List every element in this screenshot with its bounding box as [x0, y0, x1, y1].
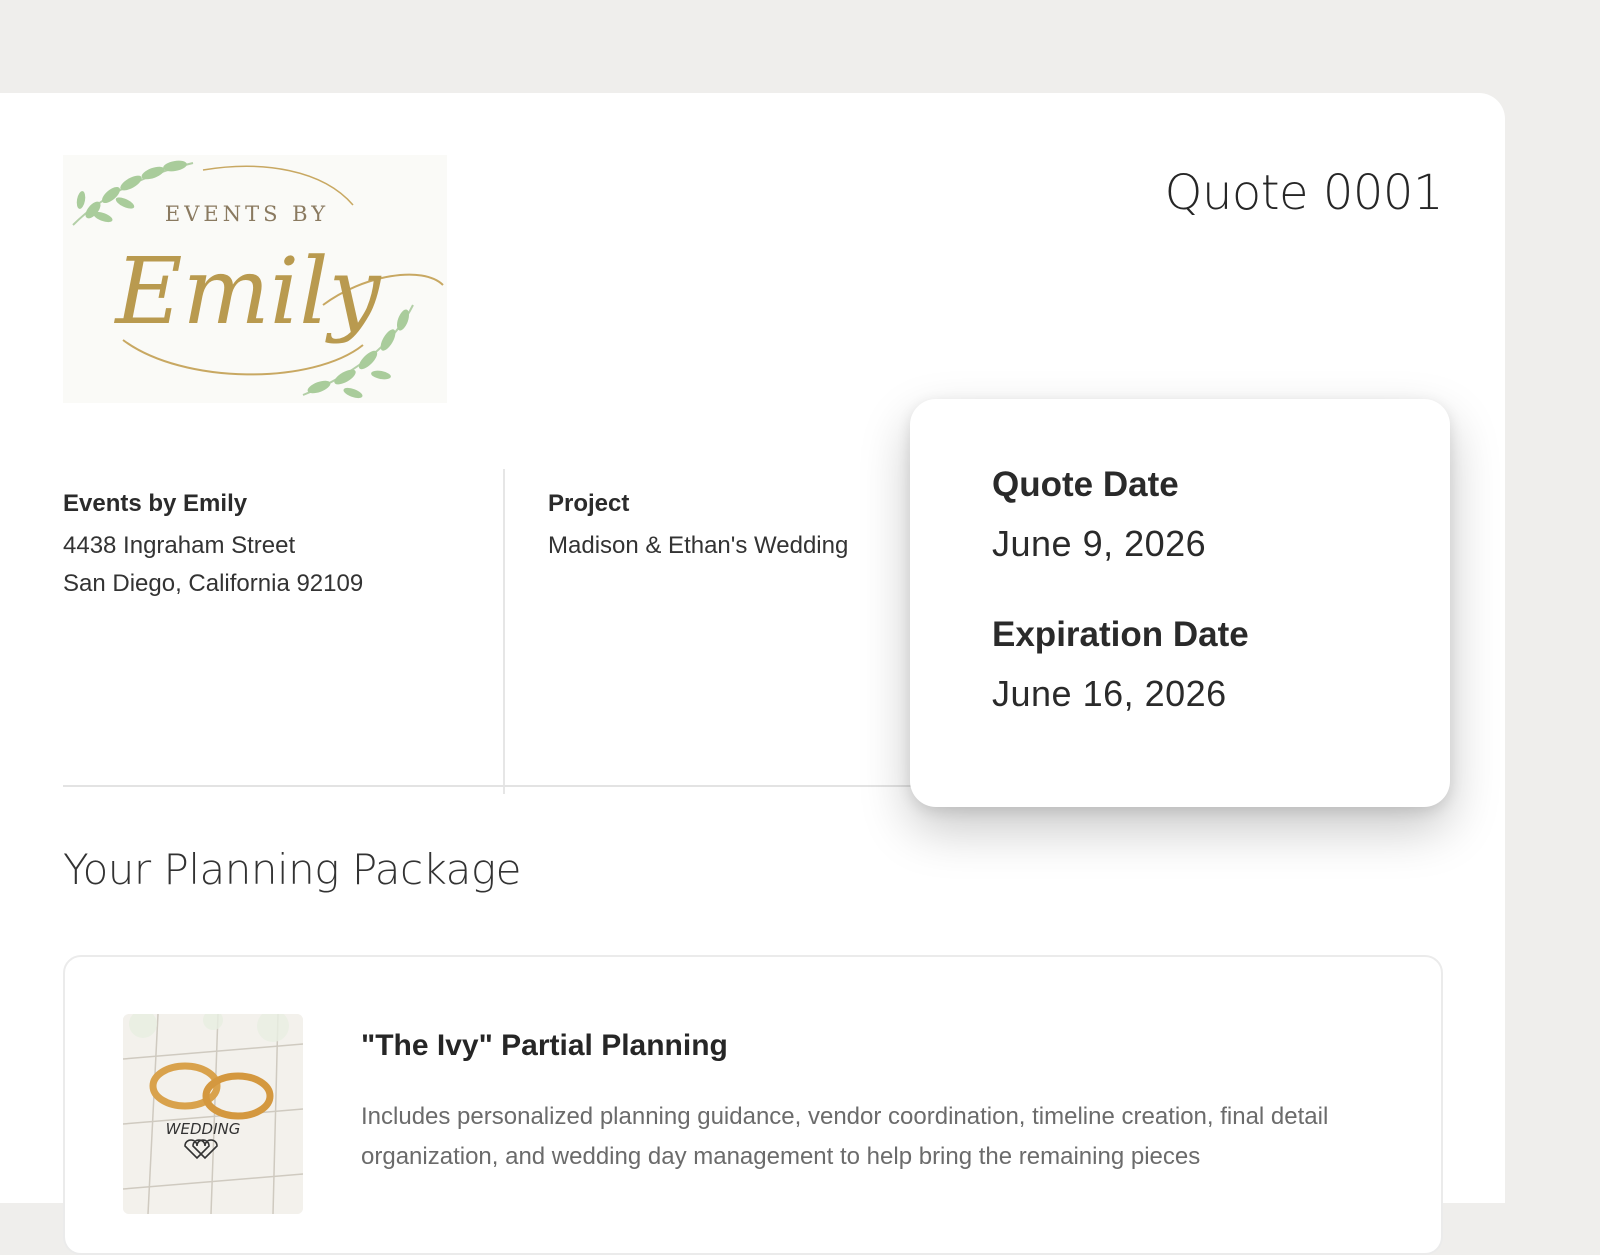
project-label: Project [548, 490, 630, 517]
section-title: Your Planning Package [63, 845, 521, 894]
logo-artwork: EVENTS BY Emily [72, 160, 444, 399]
vertical-divider [503, 469, 505, 794]
company-address-line1: 4438 Ingraham Street [63, 532, 296, 559]
company-name: Events by Emily [63, 490, 248, 517]
project-name: Madison & Ethan's Wedding [548, 532, 849, 559]
package-image: WEDDING [123, 1014, 303, 1214]
expiration-date-label: Expiration Date [992, 615, 1249, 654]
logo-small-text: EVENTS BY [165, 202, 329, 226]
image-caption-text: WEDDING [166, 1120, 241, 1138]
package-description: Includes personalized planning guidance,… [361, 1103, 1329, 1170]
quote-date-value: June 9, 2026 [992, 523, 1207, 564]
expiration-date-value: June 16, 2026 [992, 673, 1227, 714]
quote-date-label: Quote Date [992, 465, 1179, 504]
quote-number: Quote 0001 [1164, 165, 1444, 221]
company-address-line2: San Diego, California 92109 [63, 570, 364, 597]
wedding-rings-image: WEDDING [123, 1014, 303, 1214]
horizontal-divider [63, 785, 933, 787]
quote-dates-card: Quote Date June 9, 2026 Expiration Date … [910, 399, 1450, 807]
company-logo: EVENTS BY Emily [63, 155, 447, 403]
logo-script-text: Emily [113, 238, 381, 345]
package-title: "The Ivy" Partial Planning [361, 1029, 728, 1062]
package-card[interactable]: WEDDING "The Ivy" Partial Planning Inclu… [63, 955, 1443, 1255]
project-info: Project Madison & Ethan's Wedding [548, 485, 848, 565]
company-info: Events by Emily 4438 Ingraham Street San… [63, 485, 363, 603]
